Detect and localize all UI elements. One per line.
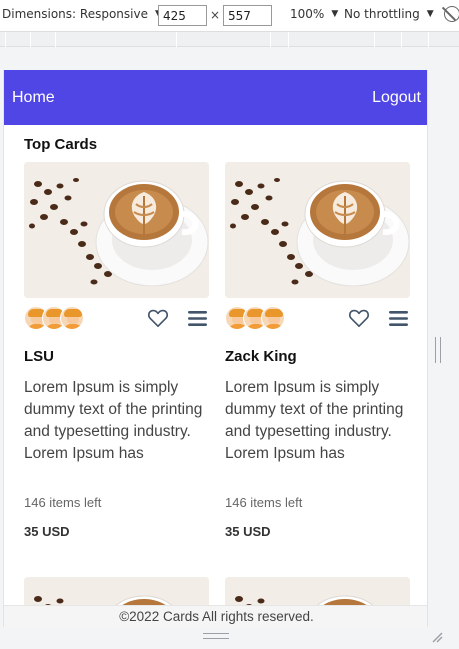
zoom-label: 100% bbox=[290, 7, 325, 21]
card-meta-row bbox=[225, 305, 410, 331]
home-link[interactable]: Home bbox=[12, 89, 55, 107]
card-title: LSU bbox=[24, 348, 54, 365]
card-stock: 146 items left bbox=[24, 495, 102, 510]
bottom-resize-handle[interactable] bbox=[203, 633, 229, 639]
devtools-toolbar: Dimensions: Responsive ▼ × 100% ▼ No thr… bbox=[0, 0, 459, 32]
emulated-viewport: Home Logout Top Cards LSU Lorem Ipsum is… bbox=[3, 70, 428, 627]
card-stock: 146 items left bbox=[225, 495, 303, 510]
avatar bbox=[60, 306, 84, 330]
card-description: Lorem Ipsum is simply dummy text of the … bbox=[24, 379, 203, 462]
zoom-dropdown[interactable]: 100% ▼ bbox=[290, 7, 338, 21]
coffee-latte-image bbox=[225, 162, 410, 298]
card-description: Lorem Ipsum is simply dummy text of the … bbox=[225, 379, 404, 462]
throttling-dropdown[interactable]: No throttling ▼ bbox=[344, 7, 434, 21]
right-resize-handle[interactable] bbox=[435, 337, 441, 363]
heart-icon[interactable] bbox=[348, 308, 370, 328]
card-price: 35 USD bbox=[24, 524, 70, 539]
width-input[interactable] bbox=[158, 5, 207, 26]
heart-icon[interactable] bbox=[147, 308, 169, 328]
avatar bbox=[261, 306, 285, 330]
caret-down-icon: ▼ bbox=[426, 9, 434, 19]
coffee-latte-image bbox=[24, 162, 209, 298]
throttling-label: No throttling bbox=[344, 7, 420, 21]
card-price: 35 USD bbox=[225, 524, 271, 539]
card-title: Zack King bbox=[225, 348, 297, 365]
media-query-ruler[interactable] bbox=[0, 32, 459, 47]
card[interactable]: LSU Lorem Ipsum is simply dummy text of … bbox=[24, 162, 209, 539]
dimensions-label: Dimensions: Responsive bbox=[2, 7, 148, 21]
menu-icon[interactable] bbox=[188, 310, 207, 327]
rotate-icon[interactable] bbox=[444, 6, 459, 22]
logout-link[interactable]: Logout bbox=[372, 89, 421, 107]
dimensions-dropdown[interactable]: Dimensions: Responsive ▼ bbox=[2, 7, 162, 21]
card-meta-row bbox=[24, 305, 209, 331]
menu-icon[interactable] bbox=[389, 310, 408, 327]
card[interactable]: Zack King Lorem Ipsum is simply dummy te… bbox=[225, 162, 410, 539]
navbar: Home Logout bbox=[4, 70, 427, 125]
caret-down-icon: ▼ bbox=[331, 9, 339, 19]
section-title: Top Cards bbox=[24, 136, 98, 153]
times-symbol: × bbox=[210, 8, 221, 22]
height-input[interactable] bbox=[223, 5, 272, 26]
corner-resize-handle[interactable] bbox=[431, 631, 443, 643]
footer: ©2022 Cards All rights reserved. bbox=[4, 605, 427, 627]
